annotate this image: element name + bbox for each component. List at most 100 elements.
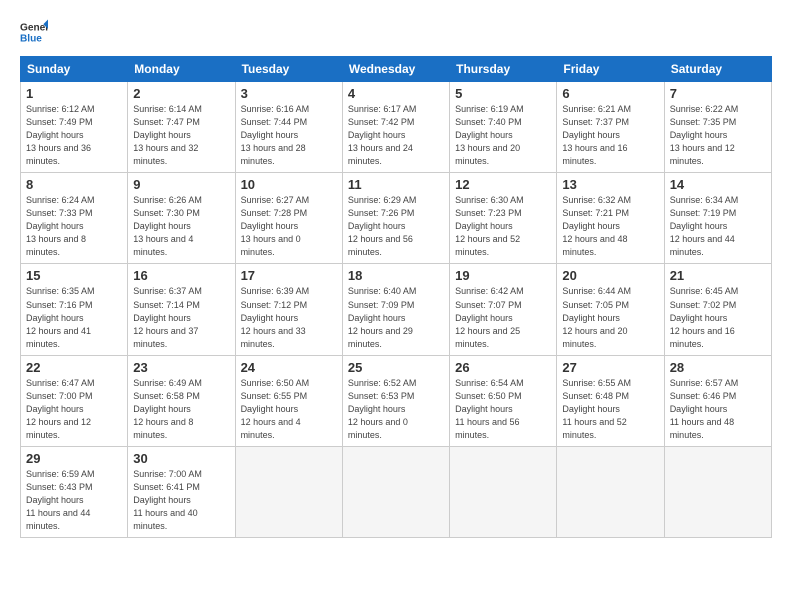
calendar-day-6: 6 Sunrise: 6:21 AMSunset: 7:37 PMDaylight… xyxy=(557,82,664,173)
calendar-table: Sunday Monday Tuesday Wednesday Thursday… xyxy=(20,56,772,538)
calendar-day-23: 23 Sunrise: 6:49 AMSunset: 6:58 PMDayligh… xyxy=(128,355,235,446)
day-number: 5 xyxy=(455,86,551,101)
day-info: Sunrise: 6:14 AMSunset: 7:47 PMDaylight … xyxy=(133,103,229,168)
calendar-week-1: 1 Sunrise: 6:12 AMSunset: 7:49 PMDaylight… xyxy=(21,82,772,173)
day-info: Sunrise: 6:12 AMSunset: 7:49 PMDaylight … xyxy=(26,103,122,168)
day-number: 19 xyxy=(455,268,551,283)
day-number: 18 xyxy=(348,268,444,283)
day-number: 8 xyxy=(26,177,122,192)
day-number: 26 xyxy=(455,360,551,375)
day-info: Sunrise: 6:24 AMSunset: 7:33 PMDaylight … xyxy=(26,194,122,259)
calendar-day-empty xyxy=(450,446,557,537)
day-info: Sunrise: 6:44 AMSunset: 7:05 PMDaylight … xyxy=(562,285,658,350)
day-number: 30 xyxy=(133,451,229,466)
calendar-day-16: 16 Sunrise: 6:37 AMSunset: 7:14 PMDayligh… xyxy=(128,264,235,355)
day-number: 13 xyxy=(562,177,658,192)
day-number: 17 xyxy=(241,268,337,283)
day-number: 7 xyxy=(670,86,766,101)
day-number: 10 xyxy=(241,177,337,192)
day-number: 22 xyxy=(26,360,122,375)
calendar-day-19: 19 Sunrise: 6:42 AMSunset: 7:07 PMDayligh… xyxy=(450,264,557,355)
col-monday: Monday xyxy=(128,57,235,82)
day-number: 16 xyxy=(133,268,229,283)
logo: General Blue xyxy=(20,18,48,46)
day-info: Sunrise: 6:55 AMSunset: 6:48 PMDaylight … xyxy=(562,377,658,442)
calendar-day-15: 15 Sunrise: 6:35 AMSunset: 7:16 PMDayligh… xyxy=(21,264,128,355)
calendar-week-2: 8 Sunrise: 6:24 AMSunset: 7:33 PMDaylight… xyxy=(21,173,772,264)
day-info: Sunrise: 6:59 AMSunset: 6:43 PMDaylight … xyxy=(26,468,122,533)
col-thursday: Thursday xyxy=(450,57,557,82)
day-info: Sunrise: 6:35 AMSunset: 7:16 PMDaylight … xyxy=(26,285,122,350)
day-number: 28 xyxy=(670,360,766,375)
day-info: Sunrise: 6:50 AMSunset: 6:55 PMDaylight … xyxy=(241,377,337,442)
day-number: 2 xyxy=(133,86,229,101)
day-number: 23 xyxy=(133,360,229,375)
day-info: Sunrise: 6:27 AMSunset: 7:28 PMDaylight … xyxy=(241,194,337,259)
calendar-day-7: 7Sunrise: 6:22 AMSunset: 7:35 PMDaylight… xyxy=(664,82,771,173)
calendar-week-4: 22 Sunrise: 6:47 AMSunset: 7:00 PMDayligh… xyxy=(21,355,772,446)
calendar-day-14: 14 Sunrise: 6:34 AMSunset: 7:19 PMDayligh… xyxy=(664,173,771,264)
day-info: Sunrise: 6:17 AMSunset: 7:42 PMDaylight … xyxy=(348,103,444,168)
day-info: Sunrise: 6:16 AMSunset: 7:44 PMDaylight … xyxy=(241,103,337,168)
calendar-day-22: 22 Sunrise: 6:47 AMSunset: 7:00 PMDayligh… xyxy=(21,355,128,446)
calendar-day-29: 29 Sunrise: 6:59 AMSunset: 6:43 PMDayligh… xyxy=(21,446,128,537)
col-sunday: Sunday xyxy=(21,57,128,82)
calendar-day-25: 25 Sunrise: 6:52 AMSunset: 6:53 PMDayligh… xyxy=(342,355,449,446)
day-number: 9 xyxy=(133,177,229,192)
col-friday: Friday xyxy=(557,57,664,82)
calendar-day-1: 1 Sunrise: 6:12 AMSunset: 7:49 PMDaylight… xyxy=(21,82,128,173)
day-info: Sunrise: 6:54 AMSunset: 6:50 PMDaylight … xyxy=(455,377,551,442)
day-info: Sunrise: 6:21 AMSunset: 7:37 PMDaylight … xyxy=(562,103,658,168)
day-info: Sunrise: 6:42 AMSunset: 7:07 PMDaylight … xyxy=(455,285,551,350)
day-info: Sunrise: 6:30 AMSunset: 7:23 PMDaylight … xyxy=(455,194,551,259)
calendar-day-30: 30 Sunrise: 7:00 AMSunset: 6:41 PMDayligh… xyxy=(128,446,235,537)
svg-text:Blue: Blue xyxy=(20,33,42,44)
day-info: Sunrise: 6:34 AMSunset: 7:19 PMDaylight … xyxy=(670,194,766,259)
header: General Blue xyxy=(20,18,772,46)
calendar-day-10: 10 Sunrise: 6:27 AMSunset: 7:28 PMDayligh… xyxy=(235,173,342,264)
calendar-day-9: 9Sunrise: 6:26 AMSunset: 7:30 PMDaylight… xyxy=(128,173,235,264)
calendar-day-2: 2 Sunrise: 6:14 AMSunset: 7:47 PMDaylight… xyxy=(128,82,235,173)
calendar-day-21: 21 Sunrise: 6:45 AMSunset: 7:02 PMDayligh… xyxy=(664,264,771,355)
calendar-day-4: 4 Sunrise: 6:17 AMSunset: 7:42 PMDaylight… xyxy=(342,82,449,173)
day-number: 4 xyxy=(348,86,444,101)
day-number: 25 xyxy=(348,360,444,375)
day-info: Sunrise: 6:47 AMSunset: 7:00 PMDaylight … xyxy=(26,377,122,442)
calendar-day-24: 24 Sunrise: 6:50 AMSunset: 6:55 PMDayligh… xyxy=(235,355,342,446)
day-info: Sunrise: 6:39 AMSunset: 7:12 PMDaylight … xyxy=(241,285,337,350)
day-info: Sunrise: 6:37 AMSunset: 7:14 PMDaylight … xyxy=(133,285,229,350)
calendar-day-11: 11Sunrise: 6:29 AMSunset: 7:26 PMDayligh… xyxy=(342,173,449,264)
col-tuesday: Tuesday xyxy=(235,57,342,82)
calendar-day-17: 17 Sunrise: 6:39 AMSunset: 7:12 PMDayligh… xyxy=(235,264,342,355)
day-info: Sunrise: 6:40 AMSunset: 7:09 PMDaylight … xyxy=(348,285,444,350)
calendar-day-12: 12Sunrise: 6:30 AMSunset: 7:23 PMDayligh… xyxy=(450,173,557,264)
day-number: 1 xyxy=(26,86,122,101)
day-number: 15 xyxy=(26,268,122,283)
calendar-day-5: 5 Sunrise: 6:19 AMSunset: 7:40 PMDaylight… xyxy=(450,82,557,173)
day-number: 24 xyxy=(241,360,337,375)
calendar-day-26: 26 Sunrise: 6:54 AMSunset: 6:50 PMDayligh… xyxy=(450,355,557,446)
day-number: 14 xyxy=(670,177,766,192)
day-info: Sunrise: 7:00 AMSunset: 6:41 PMDaylight … xyxy=(133,468,229,533)
day-number: 6 xyxy=(562,86,658,101)
calendar-day-20: 20Sunrise: 6:44 AMSunset: 7:05 PMDayligh… xyxy=(557,264,664,355)
day-info: Sunrise: 6:45 AMSunset: 7:02 PMDaylight … xyxy=(670,285,766,350)
day-info: Sunrise: 6:49 AMSunset: 6:58 PMDaylight … xyxy=(133,377,229,442)
day-info: Sunrise: 6:52 AMSunset: 6:53 PMDaylight … xyxy=(348,377,444,442)
day-number: 3 xyxy=(241,86,337,101)
col-wednesday: Wednesday xyxy=(342,57,449,82)
calendar-day-empty xyxy=(342,446,449,537)
day-info: Sunrise: 6:57 AMSunset: 6:46 PMDaylight … xyxy=(670,377,766,442)
calendar-day-8: 8 Sunrise: 6:24 AMSunset: 7:33 PMDaylight… xyxy=(21,173,128,264)
calendar-day-18: 18 Sunrise: 6:40 AMSunset: 7:09 PMDayligh… xyxy=(342,264,449,355)
day-number: 29 xyxy=(26,451,122,466)
calendar-day-3: 3 Sunrise: 6:16 AMSunset: 7:44 PMDaylight… xyxy=(235,82,342,173)
day-number: 21 xyxy=(670,268,766,283)
logo-icon: General Blue xyxy=(20,18,48,46)
page: General Blue Sunday Monday Tuesday Wedne… xyxy=(0,0,792,612)
day-number: 11 xyxy=(348,177,444,192)
day-info: Sunrise: 6:19 AMSunset: 7:40 PMDaylight … xyxy=(455,103,551,168)
calendar-day-empty xyxy=(235,446,342,537)
calendar-day-28: 28 Sunrise: 6:57 AMSunset: 6:46 PMDayligh… xyxy=(664,355,771,446)
calendar-header-row: Sunday Monday Tuesday Wednesday Thursday… xyxy=(21,57,772,82)
